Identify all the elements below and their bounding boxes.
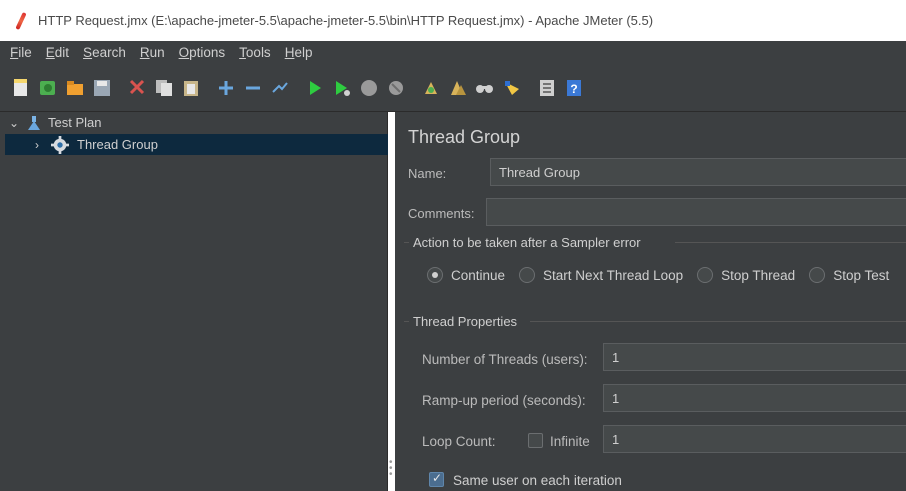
loop-count-label: Loop Count: [422,434,496,449]
toolbar: ? [0,64,906,112]
clear-all-icon[interactable] [447,77,469,99]
splitter-handle[interactable]: • • • [389,458,393,480]
radio-stop-test-label[interactable]: Stop Test [833,268,889,283]
radio-start-next-loop-label[interactable]: Start Next Thread Loop [543,268,683,283]
new-icon[interactable] [10,77,32,99]
tree-item-label: Test Plan [48,115,102,130]
radio-stop-thread-label[interactable]: Stop Thread [721,268,795,283]
copy-icon[interactable] [153,77,175,99]
rampup-label: Ramp-up period (seconds): [422,393,586,408]
thread-properties-legend: Thread Properties [413,314,518,329]
gear-icon [51,135,69,154]
name-field[interactable]: Thread Group [490,158,906,186]
tree-item-test-plan[interactable]: ⌄ Test Plan [8,112,102,133]
radio-continue-label[interactable]: Continue [451,268,505,283]
menu-run[interactable]: Run [140,45,165,60]
radio-continue[interactable] [427,267,443,283]
start-icon[interactable] [304,77,326,99]
infinite-checkbox[interactable] [528,433,543,448]
start-no-pause-icon[interactable] [331,77,353,99]
same-user-checkbox[interactable] [429,471,444,487]
window-title: HTTP Request.jmx (E:\apache-jmeter-5.5\a… [38,13,654,28]
shutdown-icon[interactable] [385,77,407,99]
threads-field[interactable]: 1 [603,343,906,371]
clear-icon[interactable] [420,77,442,99]
infinite-label[interactable]: Infinite [550,434,590,449]
loop-count-field[interactable]: 1 [603,425,906,453]
threads-label: Number of Threads (users): [422,352,588,367]
menu-search[interactable]: Search [83,45,126,60]
error-action-legend: Action to be taken after a Sampler error [413,235,641,250]
same-user-label[interactable]: Same user on each iteration [453,473,622,488]
open-icon[interactable] [64,77,86,99]
menu-file[interactable]: File [10,45,32,60]
templates-icon[interactable] [37,77,59,99]
menu-edit[interactable]: Edit [46,45,69,60]
collapse-icon[interactable] [242,77,264,99]
menu-options[interactable]: Options [179,45,226,60]
tree-item-thread-group[interactable]: › Thread Group [5,134,388,155]
menu-help[interactable]: Help [285,45,313,60]
toggle-icon[interactable] [269,77,291,99]
radio-stop-thread[interactable] [697,267,714,283]
function-helper-icon[interactable] [536,77,558,99]
thread-group-panel: Thread Group Name: Thread Group Comments… [395,112,906,491]
help-icon[interactable]: ? [563,77,585,99]
error-action-options: Continue Start Next Thread Loop Stop Thr… [427,267,903,283]
save-icon[interactable] [91,77,113,99]
comments-field[interactable] [486,198,906,226]
svg-text:?: ? [570,82,577,96]
reset-search-icon[interactable] [501,77,523,99]
radio-start-next-loop[interactable] [519,267,536,283]
menu-tools[interactable]: Tools [239,45,271,60]
jmeter-logo-icon [14,12,28,30]
stop-icon[interactable] [358,77,380,99]
comments-label: Comments: [408,206,475,221]
search-icon[interactable] [474,77,496,99]
name-label: Name: [408,166,447,181]
test-plan-tree: ⌄ Test Plan › Thread Group [0,112,388,491]
paste-icon[interactable] [180,77,202,99]
chevron-right-icon[interactable]: › [31,138,43,152]
window-titlebar: HTTP Request.jmx (E:\apache-jmeter-5.5\a… [0,0,906,41]
test-plan-icon [28,115,40,130]
menu-bar: File Edit Search Run Options Tools Help [0,41,906,64]
page-title: Thread Group [408,127,521,147]
tree-item-label: Thread Group [77,137,158,152]
chevron-down-icon[interactable]: ⌄ [8,116,20,130]
rampup-field[interactable]: 1 [603,384,906,412]
radio-stop-test[interactable] [809,267,826,283]
expand-icon[interactable] [215,77,237,99]
cut-icon[interactable] [126,77,148,99]
